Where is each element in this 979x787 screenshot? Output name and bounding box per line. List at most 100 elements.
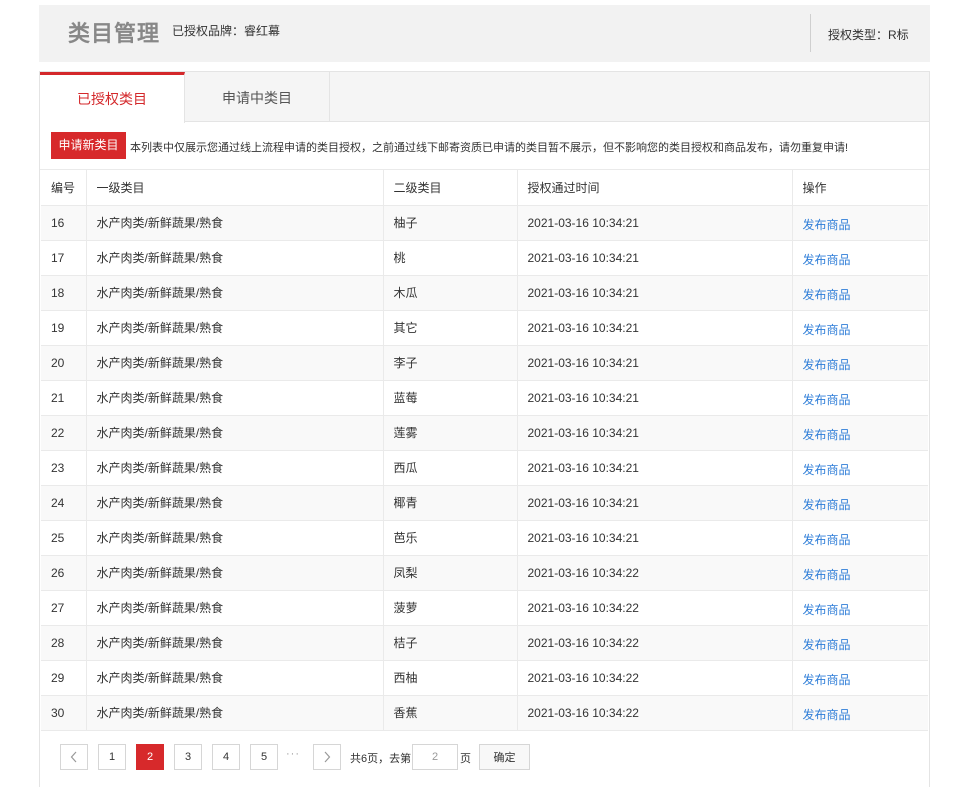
table-row: 29 水产肉类/新鲜蔬果/熟食 西柚 2021-03-16 10:34:22 发布商品 (41, 660, 928, 696)
column-header-level1: 一级类目 (86, 170, 384, 206)
cell-level2: 凤梨 (383, 555, 518, 591)
cell-level2: 桃 (383, 240, 518, 276)
cell-level2: 西瓜 (383, 450, 518, 486)
cell-time: 2021-03-16 10:34:21 (517, 240, 793, 276)
cell-action: 发布商品 (792, 415, 928, 451)
cell-time: 2021-03-16 10:34:21 (517, 485, 793, 521)
notice-text: 本列表中仅展示您通过线上流程申请的类目授权，之前通过线下邮寄资质已申请的类目暂不… (130, 142, 849, 154)
table-row: 19 水产肉类/新鲜蔬果/熟食 其它 2021-03-16 10:34:21 发布商品 (41, 310, 928, 346)
cell-time: 2021-03-16 10:34:21 (517, 275, 793, 311)
cell-action: 发布商品 (792, 660, 928, 696)
cell-action: 发布商品 (792, 310, 928, 346)
chevron-right-icon (324, 751, 331, 763)
cell-action: 发布商品 (792, 345, 928, 381)
cell-level1: 水产肉类/新鲜蔬果/熟食 (86, 275, 384, 311)
cell-id: 18 (41, 275, 87, 311)
authorization-type: 授权类型：R标 (828, 28, 909, 42)
cell-time: 2021-03-16 10:34:22 (517, 590, 793, 626)
publish-product-link[interactable]: 发布商品 (803, 601, 851, 618)
column-header-level2: 二级类目 (383, 170, 518, 206)
cell-action: 发布商品 (792, 205, 928, 241)
cell-level1: 水产肉类/新鲜蔬果/熟食 (86, 310, 384, 346)
table-row: 24 水产肉类/新鲜蔬果/熟食 椰青 2021-03-16 10:34:21 发布商品 (41, 485, 928, 521)
category-panel: 已授权类目 申请中类目 申请新类目 本列表中仅展示您通过线上流程申请的类目授权，… (39, 71, 930, 787)
table-header-row: 编号 一级类目 二级类目 授权通过时间 操作 (41, 170, 928, 206)
cell-time: 2021-03-16 10:34:22 (517, 660, 793, 696)
cell-id: 22 (41, 415, 87, 451)
cell-id: 20 (41, 345, 87, 381)
page-title: 类目管理 (68, 21, 161, 46)
cell-time: 2021-03-16 10:34:22 (517, 555, 793, 591)
cell-id: 19 (41, 310, 87, 346)
cell-time: 2021-03-16 10:34:21 (517, 310, 793, 346)
page-unit-label: 页 (460, 753, 471, 765)
cell-level1: 水产肉类/新鲜蔬果/熟食 (86, 240, 384, 276)
cell-time: 2021-03-16 10:34:21 (517, 380, 793, 416)
publish-product-link[interactable]: 发布商品 (803, 321, 851, 338)
publish-product-link[interactable]: 发布商品 (803, 531, 851, 548)
apply-new-category-button[interactable]: 申请新类目 (51, 132, 126, 159)
page-button-3[interactable]: 3 (174, 744, 202, 770)
publish-product-link[interactable]: 发布商品 (803, 671, 851, 688)
table-row: 23 水产肉类/新鲜蔬果/熟食 西瓜 2021-03-16 10:34:21 发布商品 (41, 450, 928, 486)
cell-level2: 西柚 (383, 660, 518, 696)
cell-level2: 香蕉 (383, 695, 518, 731)
table-row: 18 水产肉类/新鲜蔬果/熟食 木瓜 2021-03-16 10:34:21 发布商品 (41, 275, 928, 311)
cell-level2: 莲雾 (383, 415, 518, 451)
cell-action: 发布商品 (792, 485, 928, 521)
publish-product-link[interactable]: 发布商品 (803, 251, 851, 268)
cell-action: 发布商品 (792, 275, 928, 311)
column-header-id: 编号 (41, 170, 87, 206)
cell-id: 23 (41, 450, 87, 486)
page-jump-input[interactable] (412, 744, 458, 770)
cell-level1: 水产肉类/新鲜蔬果/熟食 (86, 660, 384, 696)
cell-id: 30 (41, 695, 87, 731)
tab-authorized-categories[interactable]: 已授权类目 (40, 72, 185, 123)
category-table: 编号 一级类目 二级类目 授权通过时间 操作 16 水产肉类/新鲜蔬果/熟食 柚子 2… (41, 170, 928, 731)
publish-product-link[interactable]: 发布商品 (803, 426, 851, 443)
page-button-2[interactable]: 2 (136, 744, 164, 770)
publish-product-link[interactable]: 发布商品 (803, 391, 851, 408)
page-header: 类目管理 已授权品牌：睿红幕 授权类型：R标 (39, 5, 930, 62)
page-button-1[interactable]: 1 (98, 744, 126, 770)
publish-product-link[interactable]: 发布商品 (803, 461, 851, 478)
column-header-action: 操作 (792, 170, 928, 206)
cell-level1: 水产肉类/新鲜蔬果/熟食 (86, 345, 384, 381)
publish-product-link[interactable]: 发布商品 (803, 286, 851, 303)
authorized-brand: 已授权品牌：睿红幕 (172, 24, 281, 38)
cell-level1: 水产肉类/新鲜蔬果/熟食 (86, 555, 384, 591)
table-body: 16 水产肉类/新鲜蔬果/熟食 柚子 2021-03-16 10:34:21 发布商品 1… (41, 205, 928, 731)
next-page-button[interactable] (313, 744, 341, 770)
table-row: 22 水产肉类/新鲜蔬果/熟食 莲雾 2021-03-16 10:34:21 发布商品 (41, 415, 928, 451)
table-row: 17 水产肉类/新鲜蔬果/熟食桃 2021-03-16 10:34:21 发布商品 (41, 240, 928, 276)
cell-action: 发布商品 (792, 555, 928, 591)
publish-product-link[interactable]: 发布商品 (803, 356, 851, 373)
cell-level1: 水产肉类/新鲜蔬果/熟食 (86, 590, 384, 626)
cell-time: 2021-03-16 10:34:21 (517, 415, 793, 451)
publish-product-link[interactable]: 发布商品 (803, 706, 851, 723)
publish-product-link[interactable]: 发布商品 (803, 566, 851, 583)
cell-level1: 水产肉类/新鲜蔬果/熟食 (86, 380, 384, 416)
cell-action: 发布商品 (792, 520, 928, 556)
table-row: 27 水产肉类/新鲜蔬果/熟食 菠萝 2021-03-16 10:34:22 发布商品 (41, 590, 928, 626)
publish-product-link[interactable]: 发布商品 (803, 636, 851, 653)
cell-id: 26 (41, 555, 87, 591)
cell-id: 29 (41, 660, 87, 696)
publish-product-link[interactable]: 发布商品 (803, 216, 851, 233)
table-row: 20 水产肉类/新鲜蔬果/熟食 李子 2021-03-16 10:34:21 发布商品 (41, 345, 928, 381)
page-ellipsis: ··· (286, 748, 300, 760)
cell-level1: 水产肉类/新鲜蔬果/熟食 (86, 695, 384, 731)
cell-id: 16 (41, 205, 87, 241)
tab-applying-categories[interactable]: 申请中类目 (185, 72, 330, 122)
cell-level2: 椰青 (383, 485, 518, 521)
page-button-5[interactable]: 5 (250, 744, 278, 770)
prev-page-button[interactable] (60, 744, 88, 770)
cell-level2: 菠萝 (383, 590, 518, 626)
publish-product-link[interactable]: 发布商品 (803, 496, 851, 513)
page-jump-confirm-button[interactable]: 确定 (479, 744, 530, 770)
table-row: 26 水产肉类/新鲜蔬果/熟食 凤梨 2021-03-16 10:34:22 发布商品 (41, 555, 928, 591)
cell-time: 2021-03-16 10:34:22 (517, 695, 793, 731)
cell-level2: 其它 (383, 310, 518, 346)
cell-id: 21 (41, 380, 87, 416)
page-button-4[interactable]: 4 (212, 744, 240, 770)
